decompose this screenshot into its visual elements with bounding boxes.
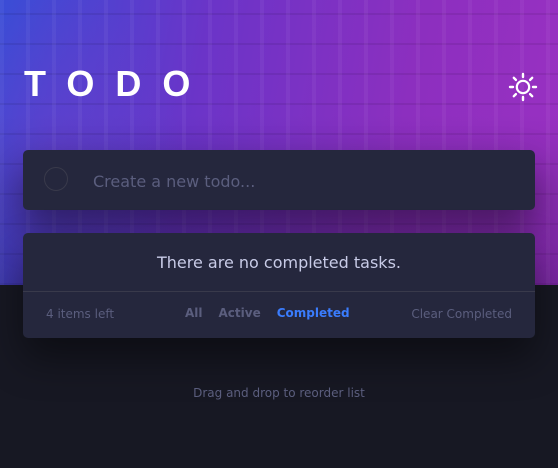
app-title: TODO bbox=[24, 63, 212, 104]
drag-hint: Drag and drop to reorder list bbox=[193, 386, 365, 400]
filter-all[interactable]: All bbox=[185, 306, 203, 320]
create-todo-input[interactable] bbox=[91, 160, 515, 202]
theme-toggle-button[interactable] bbox=[508, 72, 538, 102]
create-todo-checkbox[interactable] bbox=[44, 167, 68, 191]
filter-active[interactable]: Active bbox=[219, 306, 261, 320]
items-left-count: 4 items left bbox=[46, 307, 115, 321]
create-todo-card bbox=[23, 150, 535, 210]
sun-icon bbox=[508, 72, 538, 102]
clear-completed-button[interactable]: Clear Completed bbox=[411, 307, 512, 321]
empty-list-message: There are no completed tasks. bbox=[23, 233, 535, 292]
filter-completed[interactable]: Completed bbox=[277, 306, 350, 320]
todo-list-card: There are no completed tasks. 4 items le… bbox=[23, 233, 535, 338]
filter-tabs: All Active Completed bbox=[185, 306, 350, 320]
list-footer: 4 items left All Active Completed Clear … bbox=[23, 291, 535, 338]
